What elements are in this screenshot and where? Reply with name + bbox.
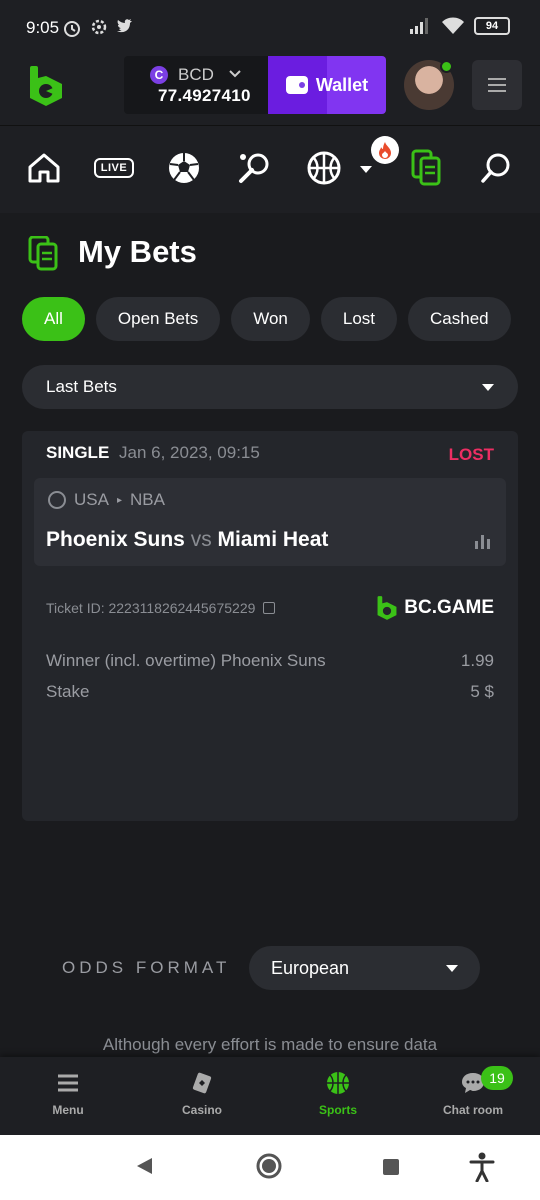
odds-format-value: European [271, 957, 350, 978]
signal-icon [410, 18, 428, 34]
bc-game-brand: BC.GAME [376, 595, 494, 621]
bet-odds: 1.99 [460, 651, 494, 670]
nav-sports[interactable]: Sports [288, 1071, 388, 1117]
chat-count-badge: 19 [481, 1066, 513, 1090]
caret-down-icon [446, 964, 458, 972]
online-status-dot [440, 60, 453, 73]
bet-type: SINGLE [46, 443, 110, 462]
wallet-label: Wallet [315, 74, 369, 95]
league: NBA [130, 490, 165, 509]
menu-icon [56, 1071, 80, 1095]
hamburger-menu-button[interactable] [472, 60, 522, 110]
wifi-icon [442, 17, 464, 34]
casino-cards-icon [190, 1071, 214, 1095]
my-bets-title-icon [28, 236, 58, 271]
copy-icon[interactable] [263, 602, 276, 614]
live-icon[interactable]: LIVE [92, 148, 136, 188]
live-label: LIVE [93, 158, 135, 178]
home-circle-icon[interactable] [256, 1153, 282, 1179]
my-bets-icon[interactable] [406, 148, 446, 188]
odds-format-label: ODDS FORMAT [62, 958, 231, 977]
home-icon[interactable] [24, 148, 64, 188]
nav-casino[interactable]: Casino [152, 1071, 252, 1117]
battery-icon: 94 [474, 17, 510, 35]
bc-logo-icon [377, 596, 397, 620]
tab-all[interactable]: All [22, 297, 85, 341]
bet-date: Jan 6, 2023, 09:15 [119, 443, 260, 462]
recents-icon[interactable] [382, 1158, 400, 1176]
brand-text: BC.GAME [404, 597, 494, 618]
match-info[interactable]: USA ▸ NBA Phoenix Suns vs Miami Heat [34, 478, 506, 566]
stake-label: Stake [46, 682, 90, 701]
twitter-icon [117, 19, 132, 33]
wallet-button[interactable]: Wallet [268, 56, 386, 114]
bets-period-select[interactable]: Last Bets [22, 365, 518, 409]
tab-cashed[interactable]: Cashed [408, 297, 511, 341]
balance-amount: 77.4927410 [158, 86, 251, 105]
stats-icon[interactable] [475, 533, 490, 549]
basketball-icon[interactable] [304, 148, 344, 188]
system-nav-bar [0, 1135, 540, 1200]
basketball-icon [48, 491, 66, 509]
bet-market: Winner (incl. overtime) Phoenix Suns [46, 651, 326, 670]
vs-separator: vs [190, 528, 212, 551]
tab-won[interactable]: Won [231, 297, 310, 341]
home-team: Phoenix Suns [46, 528, 185, 551]
chevron-down-icon [229, 70, 241, 78]
wallet-icon [285, 76, 308, 94]
disclaimer-text: Although every effort is made to ensure … [102, 1035, 438, 1054]
odds-format-select[interactable]: European [249, 946, 480, 990]
alarm-icon [64, 21, 80, 37]
bet-card[interactable]: SINGLE Jan 6, 2023, 09:15 LOST USA ▸ NBA… [22, 431, 518, 821]
chevron-right-icon: ▸ [116, 494, 122, 506]
sports-nav: LIVE [0, 126, 540, 213]
bcd-coin-icon: C [150, 66, 168, 84]
tab-open-bets[interactable]: Open Bets [95, 297, 221, 341]
sports-basketball-icon [326, 1071, 350, 1095]
bet-status-badge: LOST [448, 445, 494, 464]
away-team: Miami Heat [217, 528, 329, 551]
stake-value: 5 $ [470, 682, 494, 701]
clock: 9:05 [26, 18, 60, 37]
more-sports-dropdown[interactable] [360, 166, 372, 173]
tennis-icon[interactable] [234, 148, 274, 188]
search-icon[interactable] [476, 148, 516, 188]
fire-icon [371, 136, 399, 164]
ticket-id: Ticket ID: 2223118262445675229 [46, 600, 276, 616]
league-breadcrumb: USA ▸ NBA [48, 490, 165, 510]
page-title: My Bets [78, 234, 197, 269]
status-bar: 9:05 94 [0, 0, 540, 56]
bet-filter-tabs: All Open Bets Won Lost Cashed [0, 297, 518, 341]
soccer-icon[interactable] [164, 148, 204, 188]
caret-down-icon [360, 166, 372, 173]
bottom-nav: Menu Casino Sports Chat room [0, 1057, 540, 1135]
header: C BCD 77.4927410 Wallet [0, 56, 540, 126]
settings-icon [91, 19, 107, 35]
tab-lost[interactable]: Lost [320, 297, 398, 341]
match-teams: Phoenix Suns vs Miami Heat [46, 528, 328, 552]
currency-label: BCD [178, 65, 214, 84]
bets-period-value: Last Bets [46, 377, 117, 396]
back-icon[interactable] [134, 1156, 154, 1176]
balance-selector[interactable]: C BCD 77.4927410 [124, 56, 270, 114]
nav-menu[interactable]: Menu [18, 1071, 118, 1117]
accessibility-icon[interactable] [469, 1152, 495, 1182]
caret-down-icon [482, 383, 494, 391]
bc-logo-icon[interactable] [28, 64, 64, 108]
country: USA [74, 490, 109, 509]
